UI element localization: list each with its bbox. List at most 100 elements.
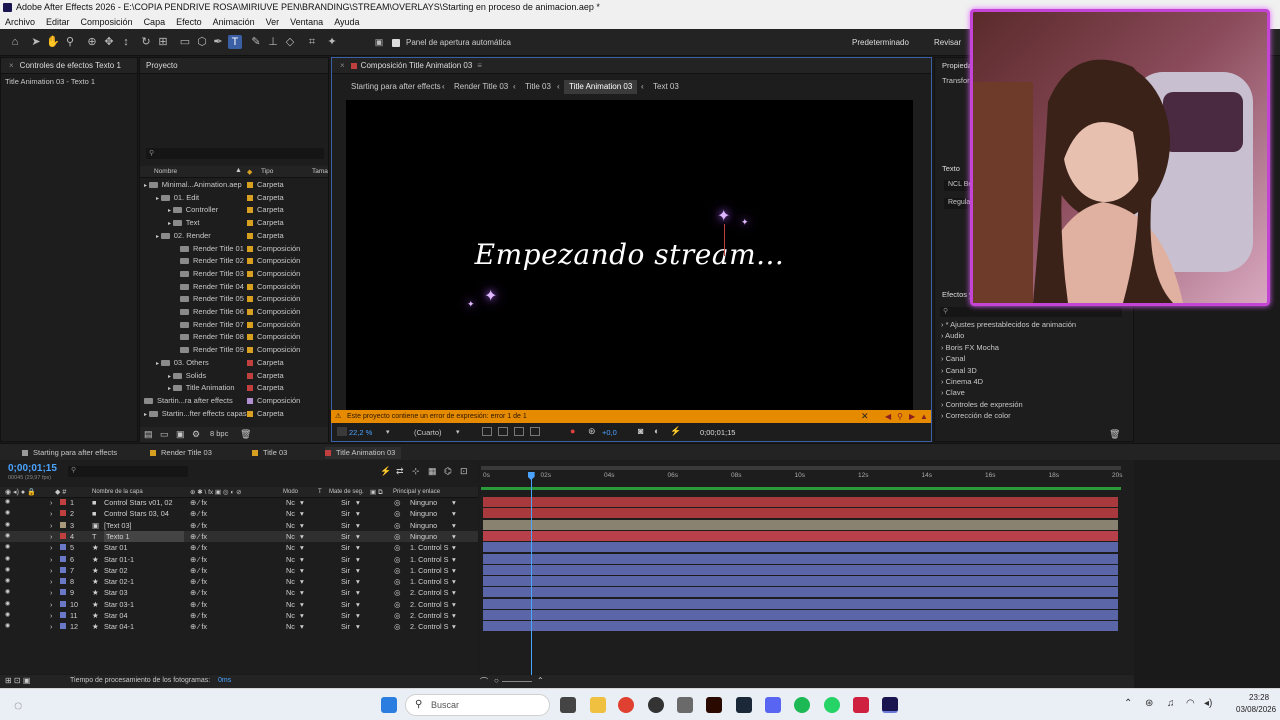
blend-mode-dropdown[interactable]: Nc: [286, 554, 295, 565]
layer-name[interactable]: Star 03-1: [104, 599, 134, 610]
expand-arrow-icon[interactable]: ▸: [156, 361, 161, 367]
column-t[interactable]: T: [318, 489, 322, 495]
project-item[interactable]: ▸ Controller: [168, 204, 218, 216]
layer-label-swatch[interactable]: [60, 623, 66, 630]
file-explorer-icon[interactable]: [590, 697, 606, 713]
blend-mode-dropdown[interactable]: Nc: [286, 520, 295, 531]
layer-label-swatch[interactable]: [60, 566, 66, 573]
project-item[interactable]: ▸ 03. Others: [156, 357, 209, 369]
delete-icon[interactable]: 🗑: [240, 429, 251, 440]
blend-mode-dropdown[interactable]: Nc: [286, 531, 295, 542]
layer-duration-bar[interactable]: [483, 576, 1118, 587]
layer-switches-icon[interactable]: ⊕ ⁄ fx: [190, 508, 207, 519]
layer-label-swatch[interactable]: [60, 510, 66, 517]
shy-layers-icon[interactable]: ⇄: [396, 466, 404, 477]
menu-item[interactable]: Editar: [46, 15, 70, 29]
acrobat-icon[interactable]: [853, 697, 869, 713]
timeline-timecode[interactable]: 0;00;01;15: [8, 463, 57, 474]
app-icon[interactable]: [677, 697, 693, 713]
blend-mode-dropdown[interactable]: Nc: [286, 610, 295, 621]
panel-menu-icon[interactable]: ≡: [477, 61, 482, 70]
chevron-down-icon[interactable]: ▾: [452, 621, 456, 632]
fast-preview-icon[interactable]: ⚡: [670, 426, 681, 437]
twirl-arrow-icon[interactable]: ›: [50, 542, 52, 553]
label-color-swatch[interactable]: [247, 283, 253, 290]
pick-whip-icon[interactable]: ◎: [394, 508, 400, 519]
visibility-eye-icon[interactable]: ◉: [5, 587, 10, 598]
menu-item[interactable]: Archivo: [5, 15, 35, 29]
expand-arrow-icon[interactable]: ▸: [168, 374, 173, 380]
always-preview-icon[interactable]: [337, 427, 347, 436]
chevron-down-icon[interactable]: ▾: [356, 576, 360, 587]
track-matte-dropdown[interactable]: Sir: [341, 508, 350, 519]
graph-editor-icon[interactable]: ⌬: [444, 466, 452, 477]
project-item[interactable]: Render Title 04: [180, 281, 244, 293]
blend-mode-dropdown[interactable]: Nc: [286, 497, 295, 508]
toggle-switches-icon[interactable]: ⊞ ⊡ ▣: [5, 676, 30, 685]
layer-name[interactable]: Star 02-1: [104, 576, 134, 587]
transform-section[interactable]: Transfor: [942, 76, 970, 85]
puppet-pin-icon[interactable]: ✦: [325, 35, 339, 49]
layer-label-swatch[interactable]: [60, 499, 66, 505]
visibility-eye-icon[interactable]: ◉: [5, 576, 10, 587]
chevron-down-icon[interactable]: ▾: [356, 587, 360, 598]
layer-switches-icon[interactable]: ⊕ ⁄ fx: [190, 520, 207, 531]
layer-duration-bar[interactable]: [483, 508, 1118, 519]
network-icon[interactable]: ⊛: [1145, 698, 1153, 709]
twirl-arrow-icon[interactable]: ›: [50, 520, 52, 531]
layer-label-swatch[interactable]: [60, 612, 66, 618]
layer-duration-bar[interactable]: [483, 497, 1118, 507]
column-name[interactable]: Nombre: [154, 168, 177, 175]
track-matte-dropdown[interactable]: Sir: [341, 599, 350, 610]
layer-duration-bar[interactable]: [483, 587, 1118, 598]
timeline-layer-row[interactable]: ◉ › 6 ★ Star 01-1 ⊕ ⁄ fx Nc ▾ Sir ▾ ◎ 1. Control S ▾: [0, 554, 478, 565]
layer-label-swatch[interactable]: [60, 521, 66, 528]
label-color-swatch[interactable]: [247, 334, 253, 341]
column-layer-name[interactable]: Nombre de la capa: [92, 489, 143, 495]
label-color-swatch[interactable]: [247, 245, 253, 252]
layer-name[interactable]: [Text 03]: [104, 520, 132, 531]
timeline-layer-row[interactable]: ◉ › 11 ★ Star 04 ⊕ ⁄ fx Nc ▾ Sir ▾ ◎ 2. Control S ▾: [0, 610, 478, 621]
project-item[interactable]: ▸ Solids: [168, 370, 206, 382]
layer-switches-icon[interactable]: ⊕ ⁄ fx: [190, 610, 207, 621]
steam-icon[interactable]: [736, 697, 752, 713]
brush-tool-icon[interactable]: ✎: [249, 35, 263, 49]
clock-time[interactable]: 23:28: [1249, 693, 1269, 702]
clock-date[interactable]: 03/08/2026: [1236, 705, 1276, 714]
label-color-swatch[interactable]: [247, 385, 253, 392]
project-item[interactable]: Render Title 09: [180, 344, 244, 356]
project-search-input[interactable]: ⚲: [146, 148, 324, 159]
new-composition-icon[interactable]: ▣: [176, 429, 185, 440]
visibility-eye-icon[interactable]: ◉: [5, 520, 10, 531]
menu-item[interactable]: Animación: [213, 15, 255, 29]
discord-icon[interactable]: [765, 697, 781, 713]
layer-label-swatch[interactable]: [60, 532, 66, 539]
blend-mode-dropdown[interactable]: Nc: [286, 576, 295, 587]
layer-label-swatch[interactable]: [60, 555, 66, 562]
zoom-tool-icon[interactable]: ⚲: [63, 35, 77, 49]
chevron-down-icon[interactable]: ▾: [452, 599, 456, 610]
twirl-arrow-icon[interactable]: ›: [50, 599, 52, 610]
twirl-arrow-icon[interactable]: ›: [50, 497, 52, 508]
layer-duration-bar[interactable]: [483, 519, 1118, 530]
project-item[interactable]: Render Title 03: [180, 268, 244, 280]
chevron-down-icon[interactable]: ▾: [356, 508, 360, 519]
chevron-down-icon[interactable]: ▾: [356, 554, 360, 565]
chevron-down-icon[interactable]: ▾: [452, 610, 456, 621]
previous-error-icon[interactable]: ◀: [885, 410, 891, 423]
zoom-out-icon[interactable]: ⌒: [480, 676, 488, 687]
layer-name[interactable]: Star 03: [104, 587, 128, 598]
windows-start-icon[interactable]: [381, 697, 397, 713]
project-item[interactable]: ▸ Text: [168, 217, 199, 229]
motion-blur-icon[interactable]: ▦: [428, 466, 437, 477]
layer-switches-icon[interactable]: ⊕ ⁄ fx: [190, 497, 207, 508]
layer-switches-icon[interactable]: ⊕ ⁄ fx: [190, 587, 207, 598]
chrome-icon[interactable]: [618, 697, 634, 713]
parent-dropdown[interactable]: 2. Control S: [410, 587, 449, 598]
chevron-down-icon[interactable]: ▾: [300, 599, 304, 610]
timeline-layer-row[interactable]: ◉ › 9 ★ Star 03 ⊕ ⁄ fx Nc ▾ Sir ▾ ◎ 2. Control S ▾: [0, 587, 478, 598]
wifi-icon[interactable]: ◠: [1186, 698, 1195, 709]
layer-name[interactable]: Texto 1: [104, 530, 184, 542]
parent-dropdown[interactable]: 2. Control S: [410, 621, 449, 632]
chevron-down-icon[interactable]: ▾: [356, 565, 360, 576]
